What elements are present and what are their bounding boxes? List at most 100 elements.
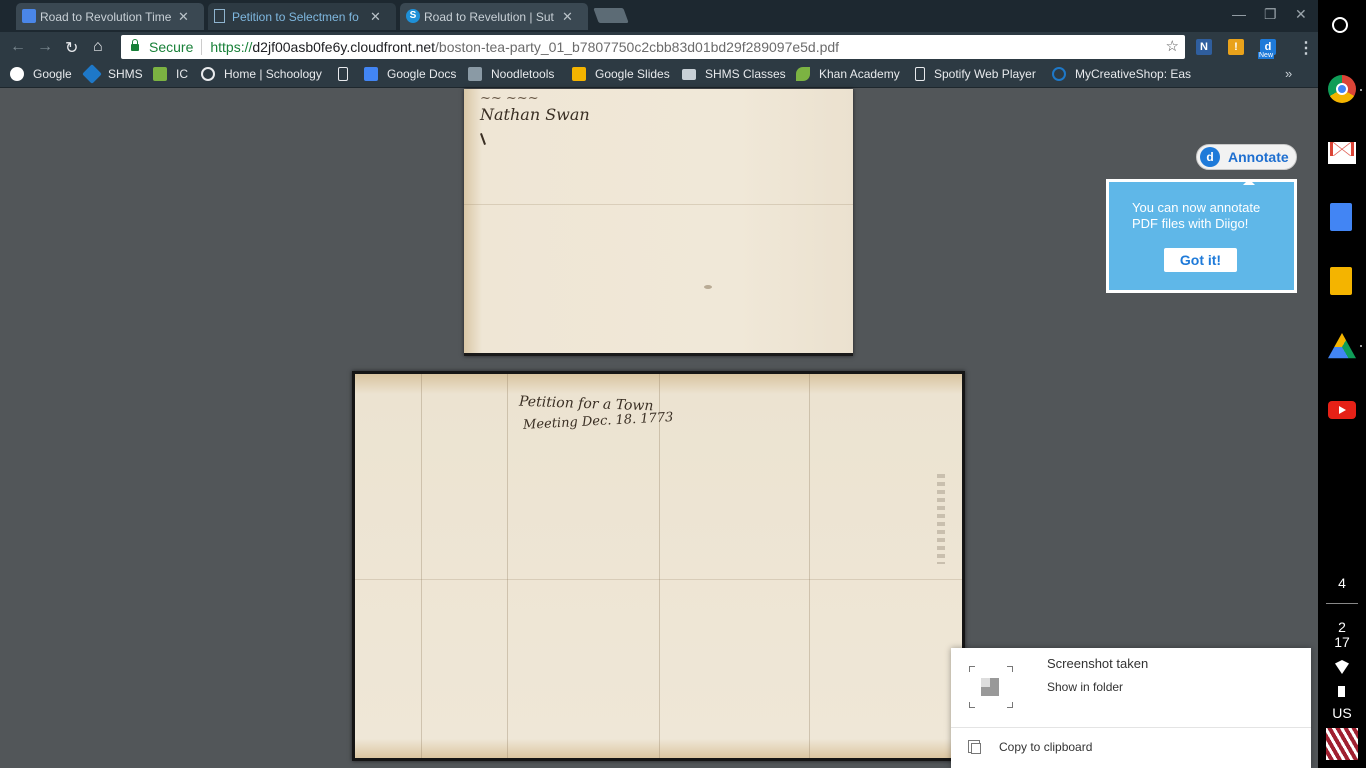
copy-to-clipboard-button[interactable]: Copy to clipboard — [999, 740, 1092, 754]
secure-label: Secure — [149, 39, 194, 55]
screenshot-thumbnail-icon — [969, 666, 1013, 708]
show-in-folder-link[interactable]: Show in folder — [1047, 680, 1123, 694]
noodletools-icon — [468, 67, 482, 81]
pdf-page-1: ~~ ~~~ Nathan Swan — [464, 89, 853, 356]
diigo-icon: d — [1200, 147, 1220, 167]
bookmark-star-icon[interactable]: ☆ — [1166, 37, 1179, 55]
browser-toolbar: ← → ↻ ⌂ Secure https:// d2jf00asb0fe6y.c… — [0, 32, 1318, 62]
page-icon — [915, 67, 925, 81]
slides-icon[interactable] — [1330, 267, 1352, 295]
fold-line — [809, 374, 810, 758]
youtube-icon[interactable] — [1328, 401, 1356, 419]
docs-icon[interactable] — [1330, 203, 1352, 231]
bookmark-mycreativeshop[interactable]: MyCreativeShop: Eas — [1052, 67, 1192, 81]
avatar[interactable] — [1326, 728, 1358, 760]
fold-line — [464, 204, 853, 205]
bookmark-shms[interactable]: SHMS — [82, 64, 143, 84]
noodletools-extension-icon[interactable]: N — [1196, 39, 1212, 55]
ink-spot — [704, 285, 712, 289]
close-window-icon[interactable]: ✕ — [1295, 6, 1307, 23]
forward-icon[interactable]: → — [37, 38, 53, 56]
tab-title: Petition to Selectmen fo — [232, 9, 359, 24]
wifi-icon[interactable] — [1335, 660, 1349, 674]
warning-extension-icon[interactable]: ! — [1228, 39, 1244, 55]
close-icon[interactable]: ✕ — [562, 9, 573, 25]
pdf-page-2: Petition for a Town Meeting Dec. 18. 177… — [352, 371, 965, 761]
home-icon[interactable]: ⌂ — [93, 38, 103, 56]
battery-icon[interactable] — [1338, 686, 1345, 697]
keyboard-layout[interactable]: US — [1318, 705, 1366, 721]
signature-fragment: ~~ ~~~ — [480, 91, 539, 106]
bookmark-noodletools[interactable]: Noodletools — [468, 67, 554, 81]
bookmark-label: IC — [176, 67, 188, 81]
khan-academy-icon — [796, 67, 810, 81]
faint-notation — [937, 474, 945, 564]
shms-icon — [82, 64, 102, 84]
divider — [951, 727, 1311, 728]
chrome-icon[interactable] — [1328, 75, 1356, 103]
bookmark-label: Spotify Web Player — [934, 67, 1036, 81]
url-host: d2jf00asb0fe6y.cloudfront.net — [252, 39, 436, 55]
notification-title: Screenshot taken — [1047, 656, 1149, 671]
notification-count[interactable]: 4 — [1318, 575, 1366, 591]
reload-icon[interactable]: ↻ — [65, 38, 78, 58]
clock-hour[interactable]: 2 — [1318, 619, 1366, 635]
bookmark-label: SHMS — [108, 67, 143, 81]
diigo-tooltip: You can now annotate PDF files with Diig… — [1106, 179, 1297, 293]
lock-icon — [131, 38, 139, 51]
bookmark-shms-classes[interactable]: SHMS Classes — [682, 67, 786, 81]
bookmark-blank[interactable] — [338, 67, 357, 81]
bookmark-google-docs[interactable]: Google Docs — [364, 67, 456, 81]
s-icon: S — [406, 9, 420, 23]
close-icon[interactable]: ✕ — [178, 9, 189, 25]
divider — [201, 39, 203, 55]
copy-icon — [968, 740, 981, 754]
bookmark-spotify[interactable]: Spotify Web Player — [915, 67, 1036, 81]
fold-line — [659, 374, 660, 758]
new-tab-button[interactable] — [593, 8, 629, 23]
bookmark-label: MyCreativeShop: Eas — [1075, 67, 1192, 81]
fold-line — [421, 374, 422, 758]
tab-road-to-revelution[interactable]: S Road to Revelution | Sut ✕ — [400, 3, 588, 30]
clock-minute[interactable]: 17 — [1318, 634, 1366, 650]
divider — [1326, 603, 1358, 604]
address-bar[interactable]: Secure https:// d2jf00asb0fe6y.cloudfron… — [121, 35, 1185, 59]
google-icon — [10, 67, 24, 81]
bookmark-label: SHMS Classes — [705, 67, 786, 81]
bookmark-label: Google Docs — [387, 67, 457, 81]
mycreativeshop-icon — [1052, 67, 1066, 81]
minimize-icon[interactable]: — — [1232, 6, 1246, 22]
bookmark-ic[interactable]: IC — [153, 67, 188, 81]
got-it-button[interactable]: Got it! — [1164, 248, 1237, 272]
new-badge: New — [1258, 52, 1275, 59]
bookmark-label: Khan Academy — [819, 67, 900, 81]
gmail-icon[interactable] — [1328, 142, 1356, 164]
close-icon[interactable]: ✕ — [370, 9, 381, 25]
tab-title: Road to Revolution Time — [40, 9, 172, 24]
bookmark-schoology[interactable]: Home | Schoology — [201, 67, 322, 81]
more-bookmarks-icon[interactable]: » — [1285, 66, 1292, 81]
bookmark-khan-academy[interactable]: Khan Academy — [796, 67, 900, 81]
diigo-message: You can now annotate PDF files with Diig… — [1132, 200, 1261, 231]
running-indicator — [1360, 345, 1362, 347]
shelf: 4 2 17 US — [1318, 0, 1366, 768]
bookmarks-bar: Google SHMS IC Home | Schoology Google D… — [0, 62, 1318, 88]
drive-icon[interactable] — [1328, 333, 1356, 359]
back-icon[interactable]: ← — [10, 38, 26, 56]
tab-petition[interactable]: Petition to Selectmen fo ✕ — [208, 3, 396, 30]
tab-strip: Road to Revolution Time ✕ Petition to Se… — [0, 0, 1318, 32]
bookmark-label: Google — [33, 67, 72, 81]
bookmark-label: Google Slides — [595, 67, 670, 81]
ic-icon — [153, 67, 167, 81]
docs-icon — [22, 9, 36, 23]
menu-icon[interactable]: ⋮ — [1298, 38, 1314, 58]
bookmark-google[interactable]: Google — [10, 67, 72, 81]
tab-road-to-revolution-timeline[interactable]: Road to Revolution Time ✕ — [16, 3, 204, 30]
diigo-annotate-button[interactable]: d Annotate — [1196, 144, 1297, 170]
bookmark-google-slides[interactable]: Google Slides — [572, 67, 670, 81]
maximize-icon[interactable]: ❐ — [1264, 6, 1277, 23]
url-scheme: https:// — [210, 39, 253, 55]
running-indicator — [1360, 89, 1362, 91]
launcher-icon[interactable] — [1332, 17, 1348, 33]
page-icon — [214, 9, 225, 23]
